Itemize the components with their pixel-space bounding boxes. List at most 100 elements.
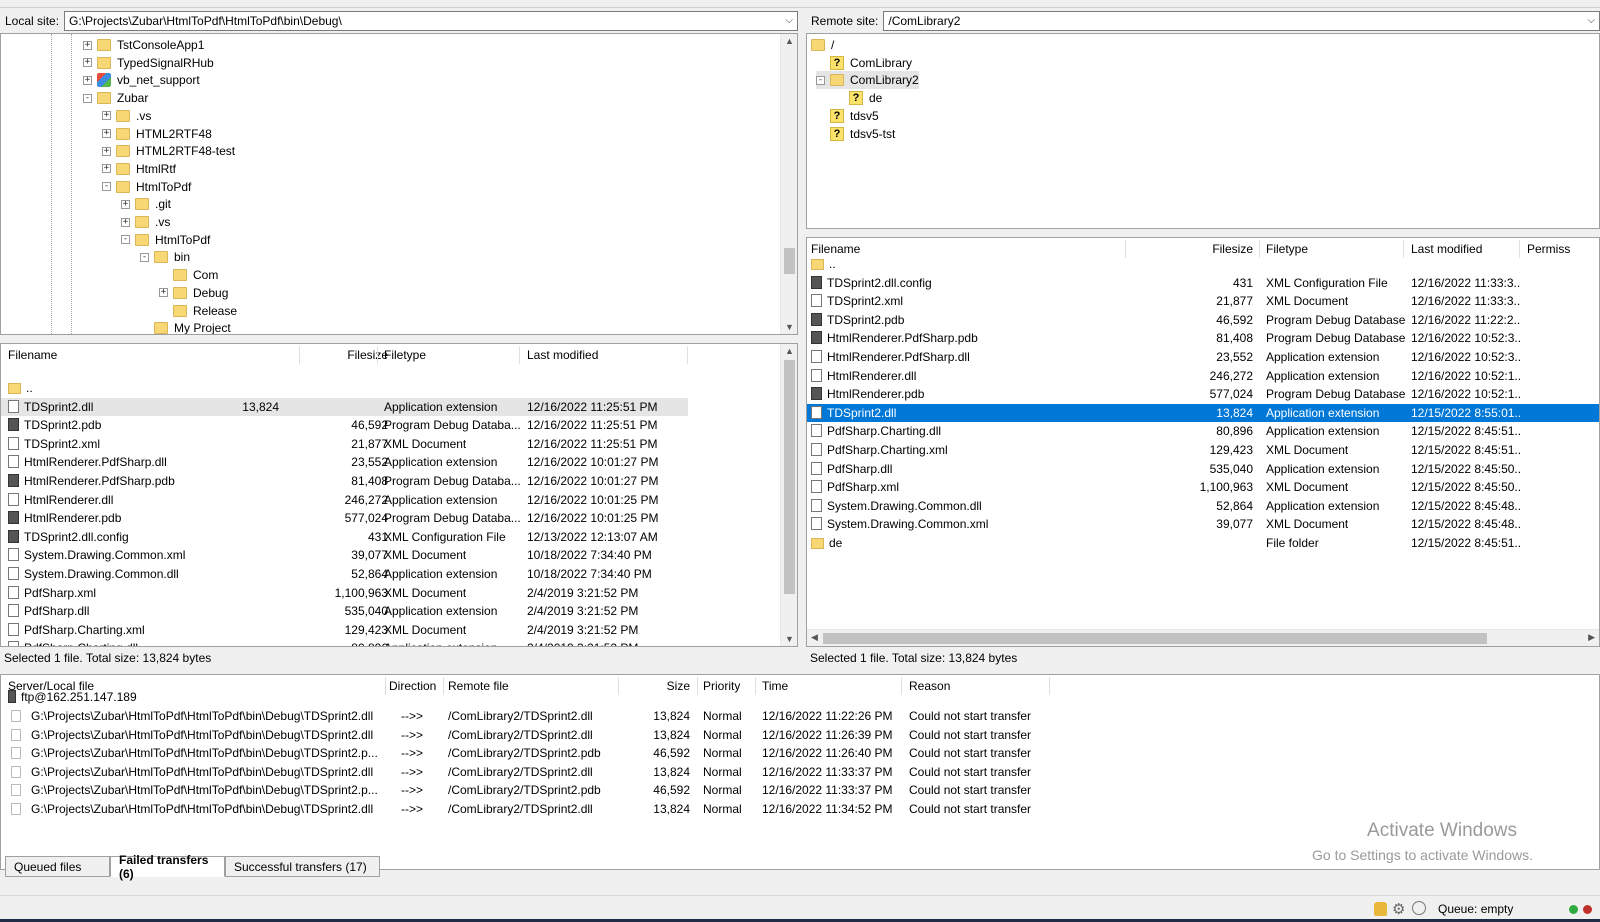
file-row[interactable]: TDSprint2.dll 13,824 Application extension… [807,403,1599,423]
file-row[interactable]: PdfSharp.Charting.xml 129,423 XML Document… [807,441,1599,460]
expand-icon[interactable]: + [159,288,168,298]
file-row[interactable]: TDSprint2.dll 13,824 Application extension… [1,397,688,417]
file-row[interactable]: TDSprint2.xml 21,877 XML Document 12/16/202… [807,292,1599,311]
file-row[interactable]: TDSprint2.dll.config 431 XML Configuration… [1,528,797,547]
tree-item[interactable]: ? tdsv5-tst [816,125,895,143]
file-row[interactable]: PdfSharp.Charting.dll 80,896Application e… [1,639,797,646]
column-separator[interactable] [377,346,378,364]
file-row[interactable]: HtmlRenderer.pdb 577,024 Program Debug Dat… [807,385,1599,404]
file-row[interactable]: .. [807,255,1599,274]
file-row[interactable]: System.Drawing.Common.xml 39,077 XML Docum… [1,546,797,565]
expand-icon[interactable]: + [102,111,111,121]
file-row[interactable]: System.Drawing.Common.dll 52,864 Applicati… [1,565,797,584]
queue-row[interactable]: G:\Projects\Zubar\HtmlToPdf\HtmlToPdf\bi… [1,744,1599,763]
local-tree-scrollbar[interactable]: ▲ ▼ [780,34,797,334]
queue-row[interactable]: G:\Projects\Zubar\HtmlToPdf\HtmlToPdf\bi… [1,800,1599,819]
scroll-thumb[interactable] [784,248,795,274]
tree-item[interactable]: - HtmlToPdf [102,178,191,196]
column-header-filename[interactable]: Filename [8,344,57,366]
tree-item[interactable]: -/ [807,36,834,54]
collapse-icon[interactable]: - [140,252,149,262]
column-header-filetype[interactable]: Filetype [384,344,426,366]
file-row[interactable]: PdfSharp.xml 1,100,963 XML Document 2/4/201… [1,584,797,603]
speed-limit-icon[interactable] [1412,901,1426,915]
tree-item[interactable]: + Debug [159,284,228,302]
tree-item[interactable]: + .vs [102,107,151,125]
queue-row[interactable]: G:\Projects\Zubar\HtmlToPdf\HtmlToPdf\bi… [1,781,1599,800]
column-separator[interactable] [687,346,688,364]
chevron-down-icon[interactable]: ⌵ [1587,15,1595,26]
tree-item[interactable]: + .git [121,195,171,213]
column-separator[interactable] [519,346,520,364]
tree-item[interactable]: ? ComLibrary [816,54,912,72]
file-row[interactable]: PdfSharp.dll 535,040 Application extension… [807,460,1599,479]
tree-item[interactable]: + TypedSignalRHub [83,54,214,72]
chevron-down-icon[interactable]: ⌵ [785,15,793,26]
scroll-down-icon[interactable]: ▼ [785,322,794,332]
expand-icon[interactable]: + [121,199,130,209]
tree-item[interactable]: Com [159,266,218,284]
scroll-right-icon[interactable]: ▶ [1588,632,1595,643]
file-row[interactable]: HtmlRenderer.PdfSharp.dll 23,552 Applicati… [807,348,1599,367]
tree-item[interactable]: - Zubar [83,89,148,107]
file-row[interactable]: TDSprint2.dll.config 431 XML Configuration… [807,274,1599,293]
tree-item[interactable]: + vb_net_support [83,71,200,89]
queue-server-row[interactable]: ftp@162.251.147.189 [1,688,1599,707]
expand-icon[interactable]: + [83,40,92,50]
scroll-left-icon[interactable]: ◀ [811,632,818,643]
expand-icon[interactable]: + [102,164,111,174]
file-row[interactable]: PdfSharp.Charting.xml 129,423 XML Document… [1,621,797,640]
file-row[interactable]: TDSprint2.pdb 46,592 Program Debug Databa.… [1,416,797,435]
collapse-icon[interactable]: - [121,235,130,245]
expand-icon[interactable]: + [83,75,92,85]
file-row[interactable]: HtmlRenderer.PdfSharp.pdb 81,408 Program D… [807,329,1599,348]
tree-item[interactable]: + HTML2RTF48-test [102,142,235,160]
local-directory-tree[interactable]: ▲ ▼ + TstConsoleApp1 + TypedSignalRHub + vb_n… [0,33,798,335]
tab-successful-transfers[interactable]: Successful transfers (17) [225,856,380,877]
tab-queued-files[interactable]: Queued files [5,856,110,877]
remote-list-hscrollbar[interactable]: ◀ ▶ [807,629,1599,646]
queue-row[interactable]: G:\Projects\Zubar\HtmlToPdf\HtmlToPdf\bi… [1,707,1599,726]
file-row[interactable]: System.Drawing.Common.dll 52,864 Applicati… [807,497,1599,516]
file-row[interactable]: HtmlRenderer.PdfSharp.dll 23,552 Applicati… [1,453,797,472]
tree-item[interactable]: + .vs [121,213,170,231]
collapse-icon[interactable]: - [102,182,111,192]
queue-row[interactable]: G:\Projects\Zubar\HtmlToPdf\HtmlToPdf\bi… [1,726,1599,745]
collapse-icon[interactable]: - [83,93,92,103]
tree-item[interactable]: ? tdsv5 [816,107,879,125]
file-row[interactable]: System.Drawing.Common.xml 39,077 XML Docum… [807,515,1599,534]
gear-icon[interactable]: ⚙ [1392,900,1405,918]
file-row[interactable]: de File folder 12/15/2022 8:45:51... [807,534,1599,553]
file-row[interactable]: HtmlRenderer.PdfSharp.pdb 81,408 Program D… [1,472,797,491]
tree-item[interactable]: - HtmlToPdf [121,231,210,249]
tab-failed-transfers[interactable]: Failed transfers (6) [110,853,225,881]
column-separator[interactable] [299,346,300,364]
tree-item[interactable]: Release [159,302,237,320]
column-header-filesize[interactable]: Filesize [347,344,388,366]
expand-icon[interactable]: + [83,58,92,68]
local-site-input[interactable]: G:\Projects\Zubar\HtmlToPdf\HtmlToPdf\bi… [64,11,798,31]
remote-site-input[interactable]: /ComLibrary2 ⌵ [883,11,1600,31]
file-row[interactable]: HtmlRenderer.dll 246,272 Application exten… [1,491,797,510]
file-row[interactable]: HtmlRenderer.dll 246,272 Application exten… [807,367,1599,386]
file-row[interactable]: TDSprint2.xml 21,877 XML Document 12/16/202… [1,435,797,454]
expand-icon[interactable]: + [121,217,130,227]
tree-item[interactable]: + HTML2RTF48 [102,125,212,143]
scroll-thumb[interactable] [823,633,1487,644]
queue-row[interactable]: G:\Projects\Zubar\HtmlToPdf\HtmlToPdf\bi… [1,763,1599,782]
transfer-queue-list[interactable]: Activate Windows Go to Settings to activ… [0,674,1600,870]
column-header-last-modified[interactable]: Last modified [527,344,598,366]
collapse-icon[interactable]: - [816,75,825,85]
scroll-up-icon[interactable]: ▲ [785,36,794,46]
tree-item[interactable]: ? de [835,89,882,107]
expand-icon[interactable]: + [102,146,111,156]
file-row[interactable]: PdfSharp.xml 1,100,963 XML Document 12/15/2… [807,478,1599,497]
tree-item[interactable]: + HtmlRtf [102,160,176,178]
file-row[interactable]: HtmlRenderer.pdb 577,024 Program Debug Dat… [1,509,797,528]
file-row[interactable]: PdfSharp.dll 535,040 Application extension… [1,602,797,621]
tree-item[interactable]: - ComLibrary2 [816,71,919,90]
file-row[interactable]: TDSprint2.pdb 46,592 Program Debug Databas… [807,311,1599,330]
local-file-list[interactable]: ▲ ▼ Filename Filesize Filetype Last modifie… [0,343,798,647]
remote-file-list[interactable]: ◀ ▶ Filename Filesize Filetype Last modifie… [806,237,1600,647]
tree-item[interactable]: My Project [140,319,231,334]
